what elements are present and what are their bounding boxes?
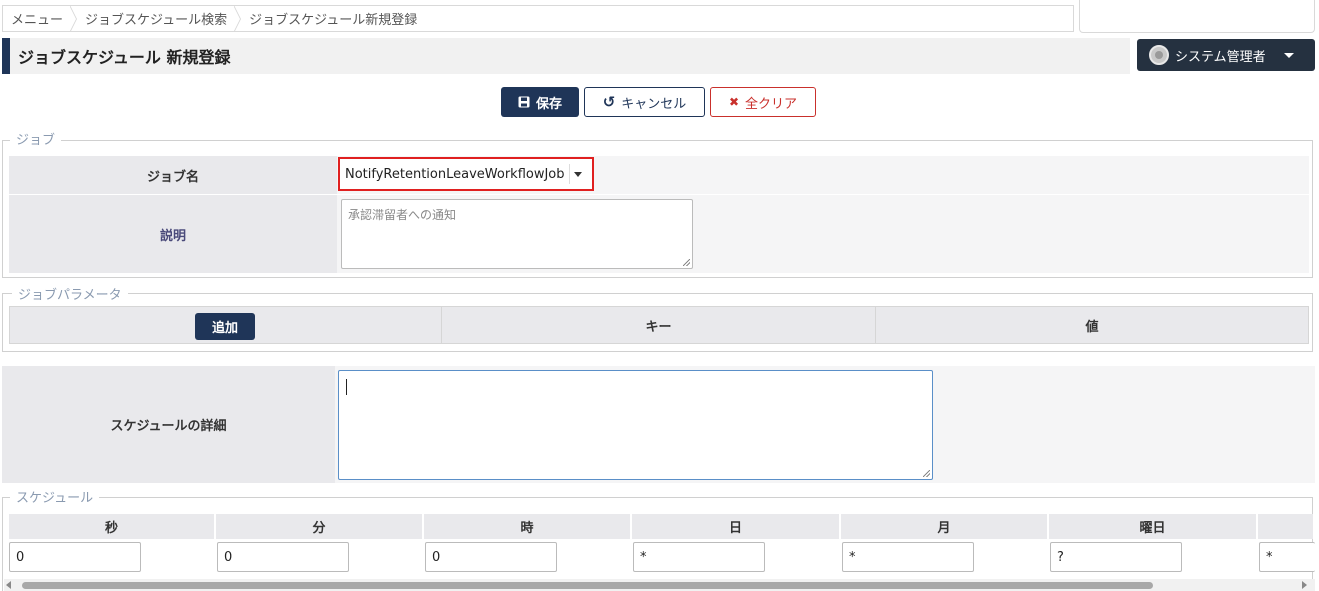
param-legend: ジョブパラメータ — [12, 284, 128, 303]
user-avatar-icon — [1149, 45, 1169, 65]
page-title: ジョブスケジュール 新規登録 — [18, 48, 231, 67]
breadcrumb: メニュー ジョブスケジュール検索 ジョブスケジュール新規登録 — [2, 5, 1074, 32]
cancel-button[interactable]: ↺ キャンセル — [584, 87, 705, 117]
header-text: 月 — [937, 521, 951, 536]
user-menu-button[interactable]: システム管理者 — [1137, 39, 1315, 71]
description-value: 承認滞留者への通知 — [348, 208, 457, 222]
schedule-second-input[interactable]: 0 — [9, 542, 141, 572]
user-name: システム管理者 — [1175, 49, 1266, 65]
schedule-detail-label: スケジュールの詳細 — [2, 366, 335, 483]
undo-icon: ↺ — [602, 93, 616, 111]
input-value: 0 — [432, 549, 441, 565]
job-name-label: ジョブ名 — [9, 156, 337, 194]
chevron-down-icon — [574, 172, 582, 177]
schedule-legend: スケジュール — [10, 487, 100, 506]
resize-grip-icon[interactable] — [683, 259, 690, 266]
chevron-down-icon — [1283, 52, 1294, 58]
value-header-text: 値 — [1085, 319, 1099, 335]
schedule-month-input[interactable]: * — [842, 542, 974, 572]
param-value-header: 値 — [876, 306, 1309, 344]
text-cursor — [346, 379, 347, 395]
schedule-header-month: 月 — [841, 514, 1048, 539]
header-text: 日 — [728, 521, 742, 536]
schedule-detail-label-text: スケジュールの詳細 — [110, 419, 227, 434]
breadcrumb-label: メニュー — [11, 13, 64, 28]
breadcrumb-item-menu[interactable]: メニュー — [3, 6, 78, 31]
select-divider — [569, 164, 570, 184]
input-value: ? — [1057, 549, 1064, 565]
clear-label: 全クリア — [745, 96, 798, 112]
page-title-bar: ジョブスケジュール 新規登録 — [2, 38, 1130, 74]
schedule-header-hour: 時 — [424, 514, 631, 539]
scrollbar-thumb[interactable] — [22, 582, 1153, 589]
breadcrumb-item-search[interactable]: ジョブスケジュール検索 — [77, 6, 242, 31]
schedule-header-year — [1258, 514, 1313, 539]
input-value: * — [849, 549, 856, 565]
schedule-header-minute: 分 — [216, 514, 423, 539]
key-header-text: キー — [645, 319, 672, 335]
job-name-value: NotifyRetentionLeaveWorkflowJob — [345, 166, 565, 182]
header-text: 曜日 — [1139, 521, 1166, 536]
floppy-disk-icon — [518, 96, 530, 108]
save-button[interactable]: 保存 — [501, 87, 579, 117]
add-parameter-button[interactable]: 追加 — [195, 313, 255, 340]
input-value: 0 — [224, 549, 233, 565]
job-name-label-text: ジョブ名 — [146, 169, 199, 185]
cancel-label: キャンセル — [621, 96, 687, 112]
schedule-detail-textarea[interactable] — [338, 370, 933, 480]
schedule-header-second: 秒 — [9, 514, 215, 539]
breadcrumb-label: ジョブスケジュール検索 — [85, 13, 228, 28]
header-text: 時 — [520, 521, 534, 536]
job-name-select[interactable]: NotifyRetentionLeaveWorkflowJob — [338, 157, 594, 191]
scroll-left-icon[interactable] — [6, 581, 11, 589]
header-text: 分 — [312, 521, 326, 536]
save-label: 保存 — [535, 96, 562, 112]
schedule-header-day: 日 — [632, 514, 840, 539]
input-value: 0 — [16, 549, 25, 565]
add-label: 追加 — [211, 321, 238, 336]
schedule-minute-input[interactable]: 0 — [217, 542, 349, 572]
schedule-year-input[interactable]: * — [1259, 542, 1315, 572]
schedule-hour-input[interactable]: 0 — [425, 542, 557, 572]
breadcrumb-label: ジョブスケジュール新規登録 — [249, 13, 418, 28]
input-value: * — [640, 549, 647, 565]
description-textarea[interactable]: 承認滞留者への通知 — [341, 199, 693, 269]
scroll-right-icon[interactable] — [1302, 581, 1307, 589]
description-label: 説明 — [9, 195, 337, 273]
param-key-header: キー — [442, 306, 876, 344]
description-label-text: 説明 — [159, 228, 186, 244]
job-legend: ジョブ — [10, 129, 62, 148]
schedule-day-input[interactable]: * — [633, 542, 765, 572]
header-right-panel — [1079, 0, 1315, 33]
close-icon: ✖ — [728, 95, 740, 109]
input-value: * — [1266, 549, 1273, 565]
clear-all-button[interactable]: ✖ 全クリア — [710, 87, 816, 117]
schedule-header-weekday: 曜日 — [1049, 514, 1257, 539]
schedule-weekday-input[interactable]: ? — [1050, 542, 1182, 572]
header-text: 秒 — [104, 521, 118, 536]
resize-grip-icon[interactable] — [923, 470, 930, 477]
breadcrumb-item-current: ジョブスケジュール新規登録 — [241, 6, 431, 31]
